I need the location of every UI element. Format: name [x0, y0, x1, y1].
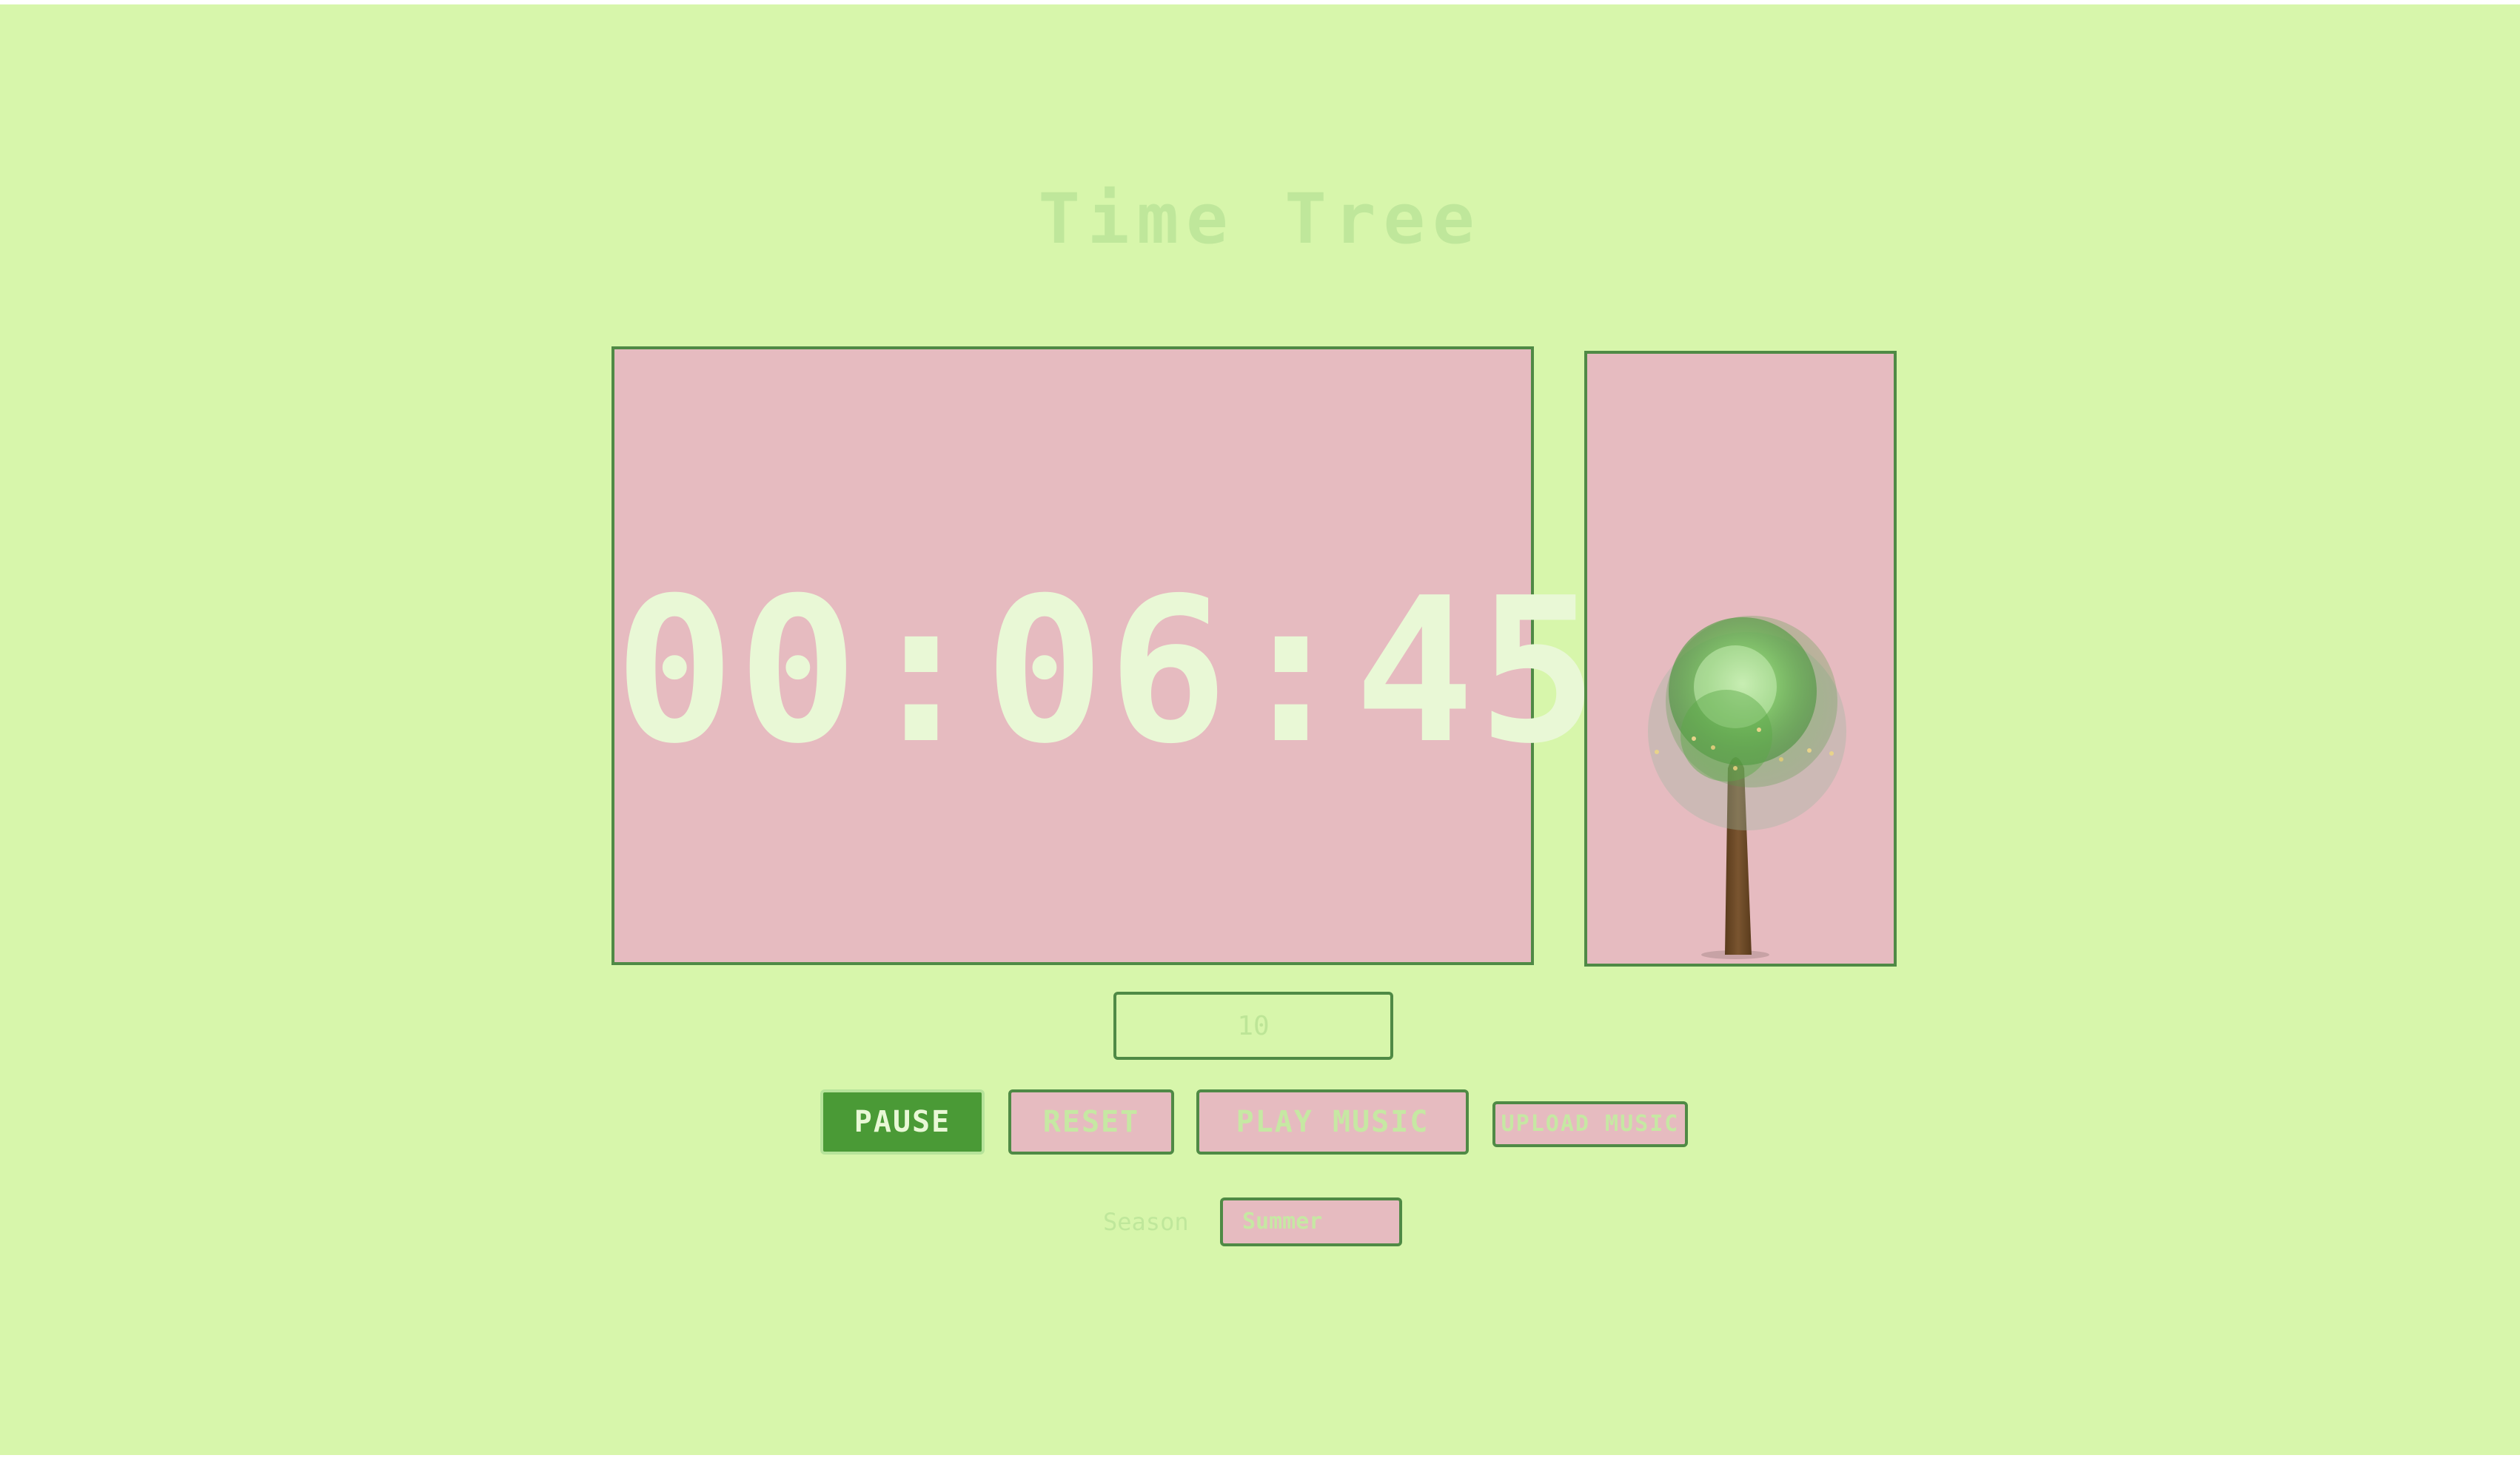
- season-label: Season: [1103, 1208, 1189, 1236]
- tree-leaf-dot: [1655, 750, 1659, 754]
- tree-illustration: [1648, 616, 1846, 959]
- tree-leaf-dot: [1711, 745, 1715, 750]
- upload-music-button[interactable]: UPLOAD MUSIC: [1492, 1101, 1688, 1147]
- tree-leaf-dot: [1757, 728, 1761, 732]
- timer-display: 00:06:45: [614, 554, 1601, 787]
- app-page: Time Tree 00:06:45 10 PAUSE RESET PLAY M…: [0, 4, 2520, 1455]
- season-selected-value: Summer: [1242, 1209, 1323, 1234]
- app-title: Time Tree: [1038, 179, 1482, 260]
- tree-leaf-dot: [1829, 751, 1834, 756]
- minutes-input[interactable]: [1113, 992, 1393, 1060]
- play-music-button[interactable]: PLAY MUSIC: [1196, 1089, 1469, 1155]
- season-select[interactable]: Summer: [1220, 1197, 1402, 1246]
- timer-panel: 00:06:45: [611, 346, 1601, 965]
- reset-button[interactable]: RESET: [1008, 1089, 1174, 1155]
- tree-leaf-dot: [1807, 748, 1812, 753]
- tree-leaf-dot: [1733, 766, 1737, 770]
- tree-foliage-lower: [1680, 690, 1772, 782]
- pause-button[interactable]: PAUSE: [820, 1089, 985, 1155]
- tree-leaf-dot: [1692, 736, 1696, 741]
- tree-leaf-dot: [1779, 757, 1783, 762]
- tree-panel: [1584, 351, 1897, 967]
